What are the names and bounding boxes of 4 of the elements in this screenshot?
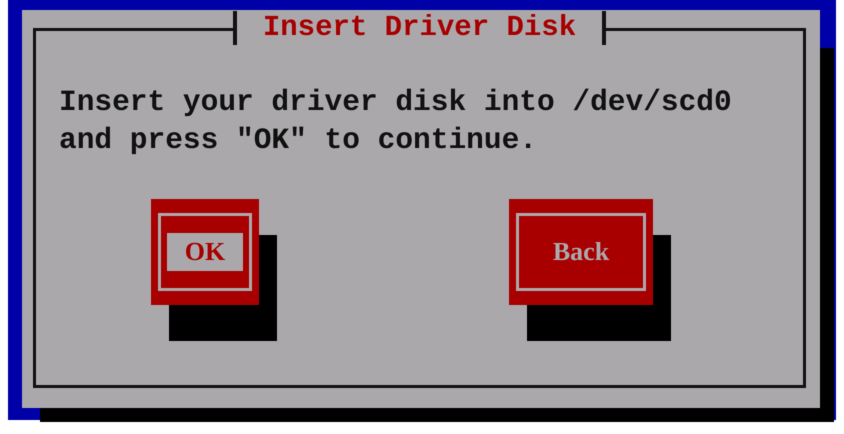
dialog-button[interactable]: OK — [151, 199, 259, 305]
window-title: Insert Driver Disk — [262, 11, 578, 45]
dialog-message: Insert your driver disk into /dev/scd0 and press "OK" to continue. — [59, 84, 733, 159]
dialog-button[interactable]: Back — [509, 199, 653, 305]
